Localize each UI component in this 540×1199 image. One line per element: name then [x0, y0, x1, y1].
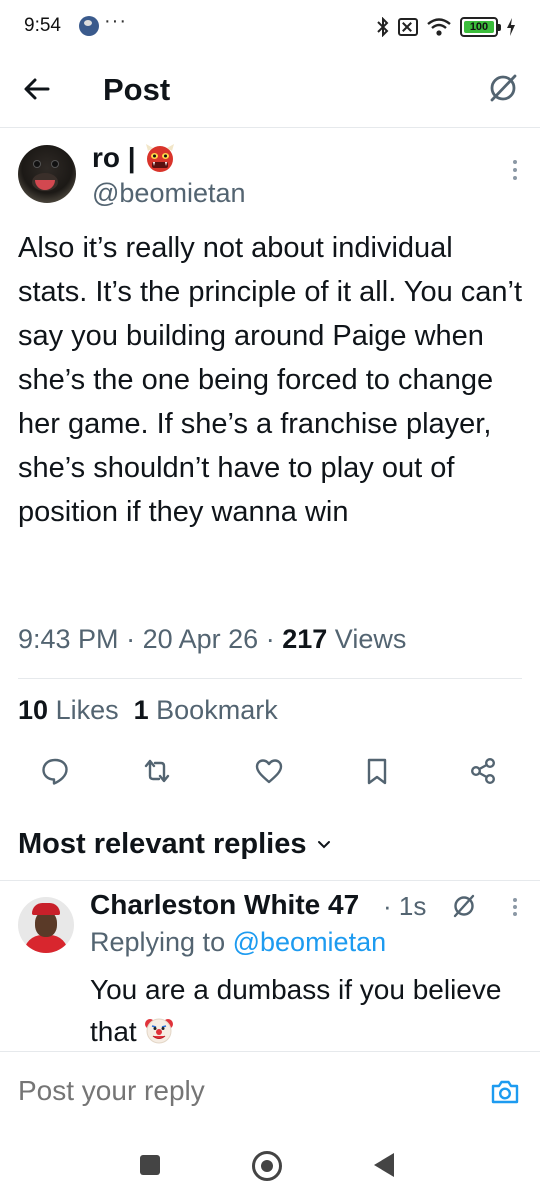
header: Post	[0, 52, 540, 128]
bookmarks-count: 1	[133, 695, 149, 725]
replying-to-label: Replying to	[90, 927, 226, 957]
recents-button[interactable]	[140, 1155, 160, 1175]
reply-avatar[interactable]	[18, 897, 74, 953]
bookmarks-label: Bookmark	[156, 695, 278, 725]
charging-icon	[507, 18, 515, 36]
battery-level: 100	[464, 21, 494, 33]
replying-to: Replying to @beomietan	[90, 927, 386, 958]
more-options-icon[interactable]	[512, 158, 518, 182]
views-count: 217	[282, 624, 328, 654]
bluetooth-icon	[377, 17, 389, 37]
tweet-date: 20 Apr 26	[142, 624, 259, 654]
ogre-emoji-icon	[145, 144, 174, 172]
more-notifications-icon: ···	[104, 10, 127, 32]
camera-icon[interactable]	[490, 1079, 520, 1105]
display-name-text: ro |	[92, 142, 136, 173]
replies-heading-label: Most relevant replies	[18, 828, 307, 860]
username[interactable]: @beomietan	[92, 178, 246, 209]
grok-icon[interactable]	[488, 73, 518, 103]
home-button[interactable]	[252, 1151, 282, 1181]
avatar[interactable]	[18, 145, 76, 203]
back-button[interactable]	[374, 1153, 394, 1177]
more-options-icon[interactable]	[512, 897, 518, 917]
wifi-icon	[427, 18, 451, 36]
bookmarks-stat[interactable]: 1 Bookmark	[134, 695, 278, 725]
globe-icon	[79, 16, 99, 36]
share-icon[interactable]	[468, 756, 498, 786]
status-time: 9:54	[24, 15, 61, 36]
divider	[18, 678, 522, 679]
bookmark-icon[interactable]	[362, 756, 392, 786]
action-bar	[0, 756, 540, 796]
meta-separator: ·	[265, 624, 275, 654]
reply-display-name[interactable]: Charleston White 47	[90, 889, 359, 921]
likes-count: 10	[18, 695, 49, 725]
display-name[interactable]: ro |	[92, 142, 176, 174]
grok-icon[interactable]	[452, 894, 476, 918]
reply-icon[interactable]	[40, 756, 70, 786]
likes-stat[interactable]: 10 Likes	[18, 695, 119, 725]
reply-item[interactable]: Charleston White 47 · 1s Replying to @be…	[0, 880, 540, 1052]
avatar-body	[24, 935, 68, 953]
reply-input[interactable]	[18, 1075, 458, 1107]
clown-face-emoji-icon	[145, 1018, 174, 1044]
status-bar: 9:54 ··· 100	[0, 0, 540, 52]
battery-icon: 100	[460, 17, 501, 37]
back-arrow-icon[interactable]	[22, 74, 52, 104]
reply-time: · 1s	[383, 891, 427, 921]
avatar-cap	[32, 903, 60, 915]
replying-to-mention[interactable]: @beomietan	[233, 927, 387, 957]
meta-separator: ·	[126, 624, 136, 654]
chevron-down-icon	[317, 840, 330, 848]
avatar-eye	[34, 161, 40, 167]
no-sim-icon	[398, 18, 418, 36]
tweet-time: 9:43 PM	[18, 624, 119, 654]
compose-bar	[0, 1053, 540, 1143]
repost-icon[interactable]	[142, 756, 172, 786]
tweet-text: Also it’s really not about individual st…	[18, 232, 523, 528]
engagement-stats: 10 Likes 1 Bookmark	[18, 695, 278, 726]
system-navigation-bar	[0, 1143, 540, 1199]
tweet-meta: 9:43 PM · 20 Apr 26 · 217 Views	[18, 624, 406, 655]
reply-text: You are a dumbass if you believe that	[90, 969, 510, 1053]
like-icon[interactable]	[254, 756, 284, 786]
likes-label: Likes	[55, 695, 119, 725]
replies-sort-dropdown[interactable]: Most relevant replies	[18, 828, 331, 861]
avatar-eye	[52, 161, 58, 167]
status-icons: 100	[376, 16, 516, 38]
views-label: Views	[334, 624, 407, 654]
page-title: Post	[103, 72, 171, 107]
